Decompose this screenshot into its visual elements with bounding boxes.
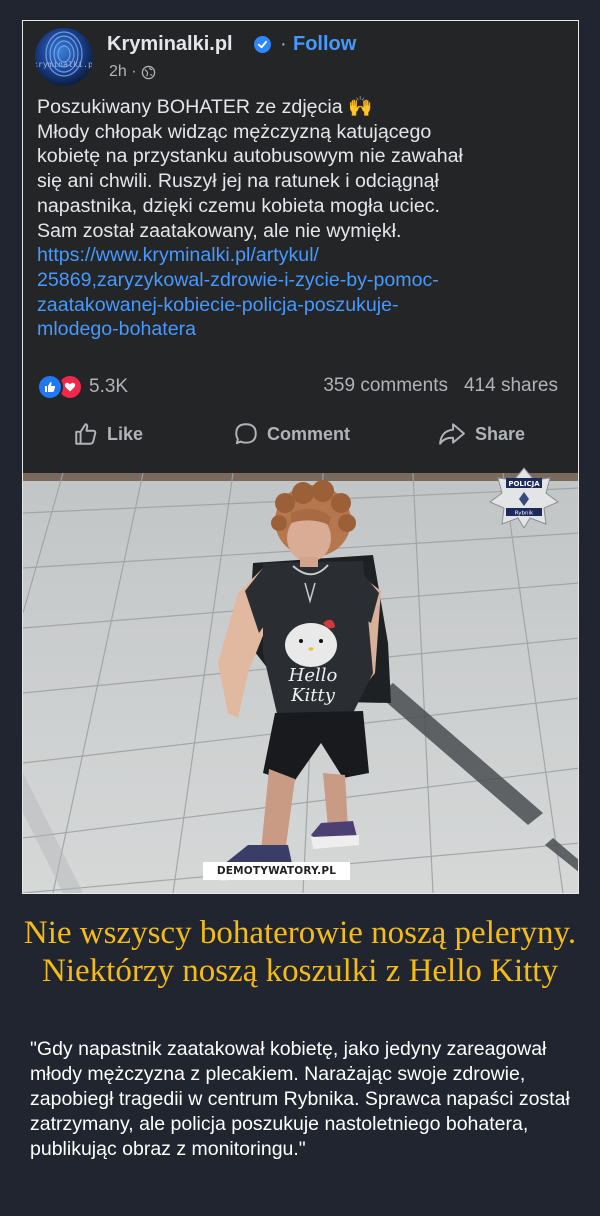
action-bar: Like Comment Share (23, 421, 578, 459)
comments-count[interactable]: 359 comments (323, 375, 448, 397)
reactions-count: 5.3K (89, 376, 129, 397)
badge-sublabel: Rybnik (515, 511, 534, 517)
separator-dot: · (280, 33, 287, 55)
post-text-line: Sam został zaatakowany, ale nie wymiękł. (37, 219, 402, 242)
article-link[interactable]: https://www.kryminalki.pl/artykul/ (37, 243, 567, 268)
surveillance-image: Hello Kitty (23, 473, 578, 893)
demotivator-frame: kryminalki.pl Kryminalki.pl · Follow 2h … (22, 20, 579, 894)
avatar[interactable]: kryminalki.pl (35, 28, 93, 86)
avatar-label: kryminalki.pl (35, 60, 93, 69)
thumbs-up-icon (75, 423, 97, 445)
facebook-post: kryminalki.pl Kryminalki.pl · Follow 2h … (23, 21, 578, 473)
shirt-text: Kitty (290, 685, 336, 706)
follow-button[interactable]: Follow (293, 33, 356, 56)
verified-badge-icon (254, 36, 271, 53)
share-icon (439, 423, 465, 445)
post-meta: 2h · (109, 63, 156, 81)
reactions-summary[interactable]: 5.3K (37, 374, 128, 400)
headline: Nie wszyscy bohaterowie noszą peleryny. … (23, 915, 577, 989)
post-text-line: napastnika, dzięki czemu kobieta mogła u… (37, 194, 440, 217)
badge-label: POLICJA (508, 480, 540, 488)
post-text: Poszukiwany BOHATER ze zdjęcia 🙌 Młody c… (37, 95, 567, 342)
comment-label: Comment (267, 423, 351, 444)
post-time[interactable]: 2h · (109, 63, 137, 81)
caption: "Gdy napastnik zaatakował kobietę, jako … (30, 1038, 570, 1160)
page-name-link[interactable]: Kryminalki.pl (107, 33, 233, 56)
post-text-line: się ani chwili. Ruszył jej na ratunek i … (37, 170, 439, 193)
like-reaction-icon (37, 374, 63, 400)
like-label: Like (107, 423, 144, 444)
post-text-line: kobietę na przystanku autobusowym nie za… (37, 145, 463, 168)
police-badge-icon: POLICJA Rybnik (489, 467, 559, 528)
globe-icon (141, 65, 155, 79)
like-button[interactable]: Like (73, 421, 143, 447)
fingerprint-icon (45, 31, 83, 77)
cctv-photo: Hello Kitty (23, 473, 578, 893)
comment-icon (235, 423, 257, 445)
share-button[interactable]: Share (437, 421, 525, 447)
watermark: DEMOTYWATORY.PL (203, 862, 350, 880)
post-stats: 359 comments 414 shares (323, 375, 558, 397)
share-label: Share (475, 423, 526, 444)
comment-button[interactable]: Comment (233, 421, 350, 447)
shirt-text: Hello (288, 665, 338, 686)
article-link[interactable]: mlodego-bohatera (37, 317, 567, 342)
shares-count[interactable]: 414 shares (464, 375, 558, 397)
post-text-line: Młody chłopak widząc mężczyzną katująceg… (37, 120, 432, 143)
article-link[interactable]: zaatakowanej-kobiecie-policja-poszukuje- (37, 293, 567, 318)
article-link[interactable]: 25869,zaryzykowal-zdrowie-i-zycie-by-pom… (37, 268, 567, 293)
post-text-line: Poszukiwany BOHATER ze zdjęcia 🙌 (37, 96, 373, 118)
